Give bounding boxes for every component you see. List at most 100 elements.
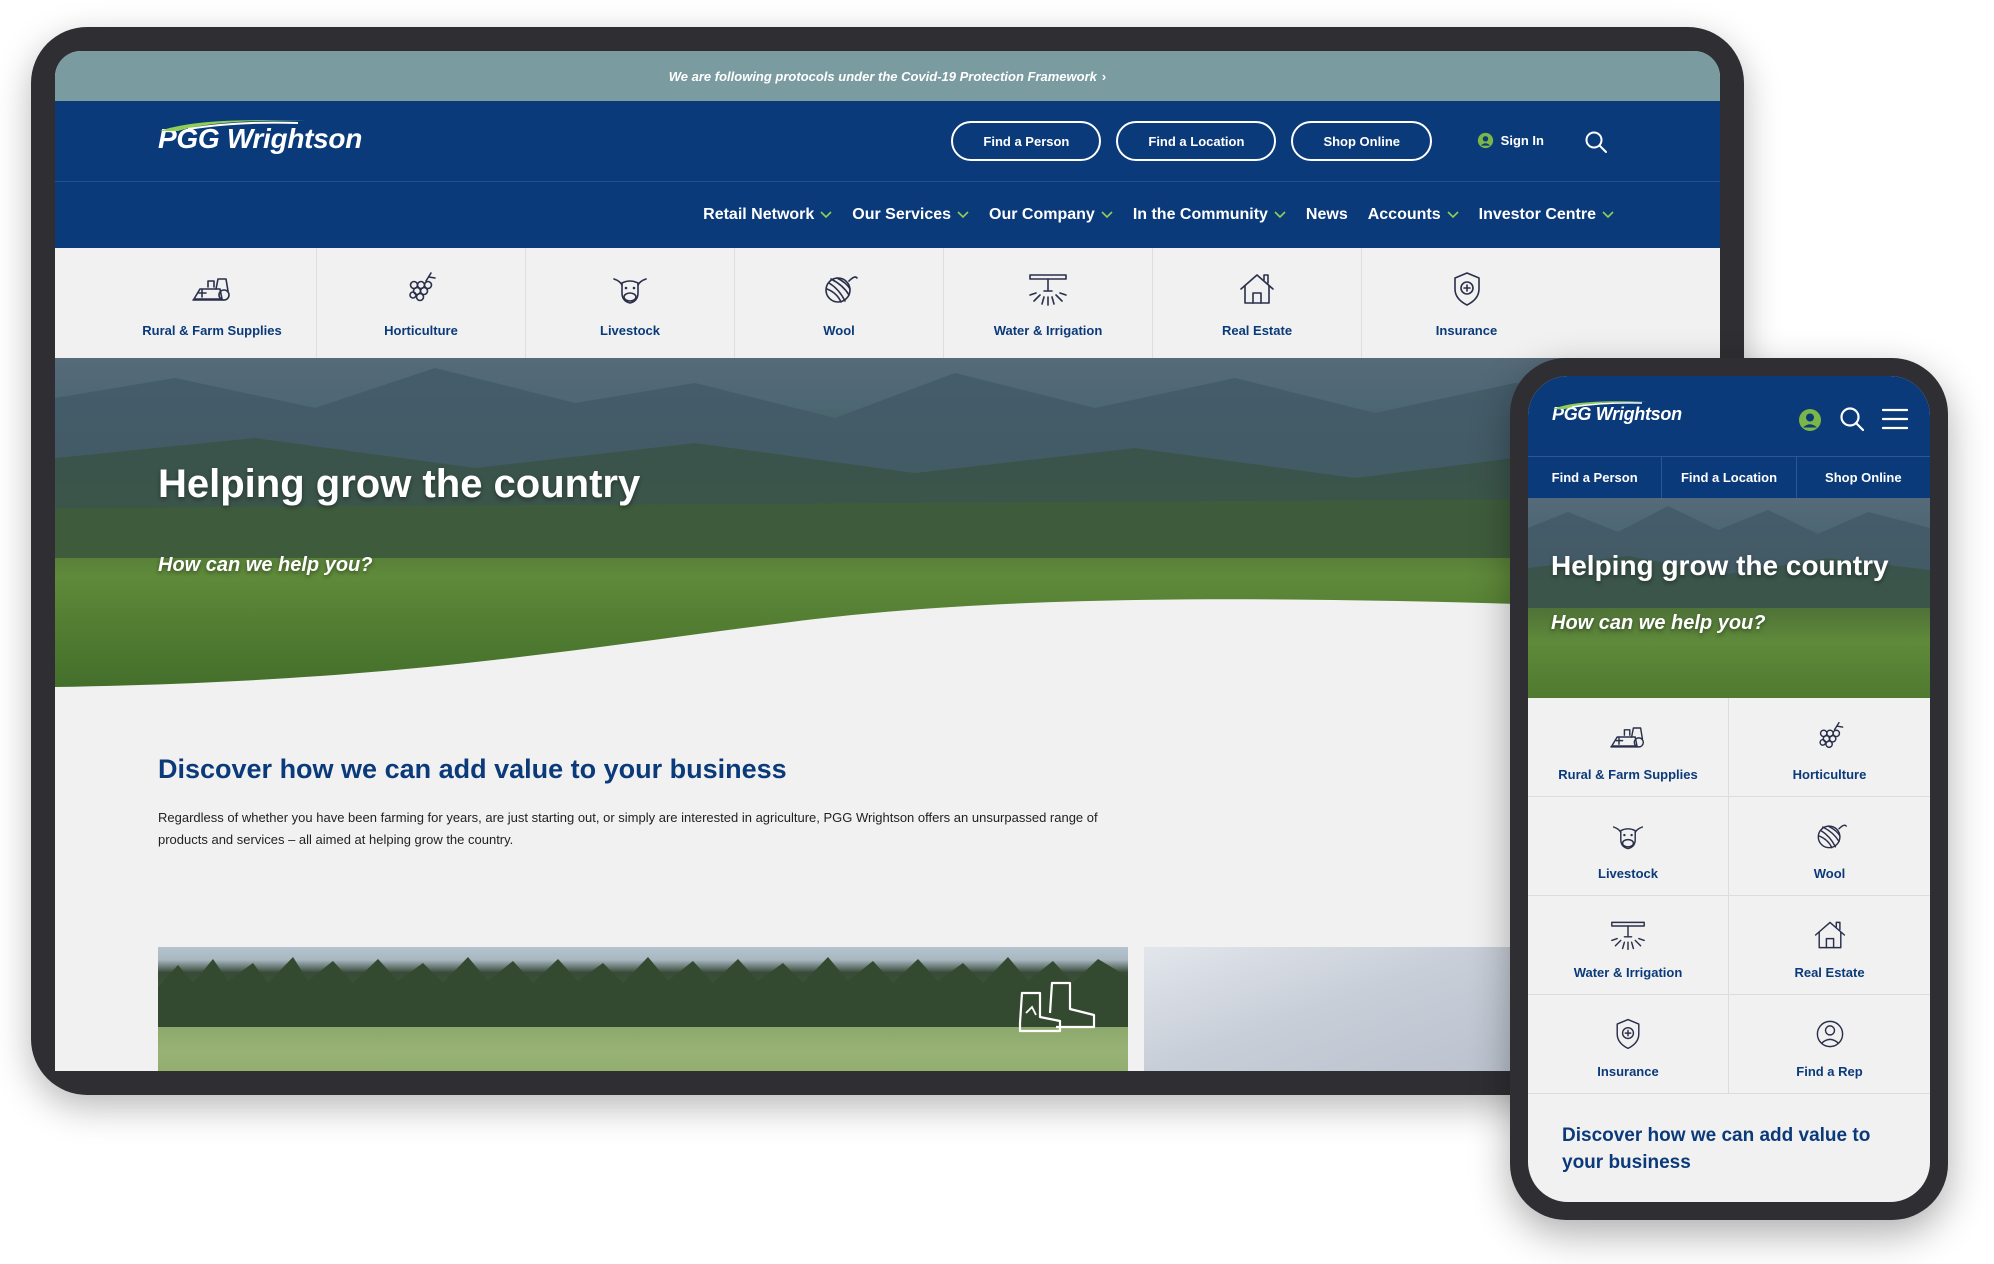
pgg-wrightson-logo[interactable]: PGG Wrightson xyxy=(1552,401,1682,425)
nav-label: News xyxy=(1305,206,1348,223)
logo-swoosh-icon xyxy=(160,120,306,131)
category-real-estate[interactable]: Real Estate xyxy=(1153,248,1362,358)
hero-banner: Helping grow the country How can we help… xyxy=(55,358,1720,710)
shop-online-button[interactable]: Shop Online xyxy=(1291,121,1432,161)
nav-label: Our Company xyxy=(989,206,1095,223)
grapes-icon xyxy=(1810,719,1850,755)
nav-news[interactable]: News xyxy=(1306,206,1348,224)
nav-retail-network[interactable]: Retail Network xyxy=(703,206,832,224)
header-quick-links: Find a Person Find a Location Shop Onlin… xyxy=(951,121,1432,161)
find-a-person-button[interactable]: Find a Person xyxy=(951,121,1102,161)
category-label: Real Estate xyxy=(1221,323,1293,338)
nav-label: Retail Network xyxy=(703,206,815,223)
search-icon[interactable] xyxy=(1584,130,1608,154)
nav-label: In the Community xyxy=(1132,206,1268,223)
category-rural-farm-supplies[interactable]: Rural & Farm Supplies xyxy=(108,248,317,358)
category-wool[interactable]: Wool xyxy=(735,248,944,358)
hamburger-menu-icon[interactable] xyxy=(1882,408,1908,430)
hero-subtitle: How can we help you? xyxy=(158,554,373,576)
section-title: Discover how we can add value to your bu… xyxy=(1562,1125,1871,1173)
site-header: PGG Wrightson Find a Person Find a Locat… xyxy=(55,101,1720,182)
category-label: Livestock xyxy=(1598,866,1658,881)
category-bar: Rural & Farm Supplies Horticulture Lives… xyxy=(55,248,1720,358)
category-label: Insurance xyxy=(1597,1064,1659,1079)
wool-ball-icon xyxy=(1810,818,1850,854)
treeline-image xyxy=(158,957,1128,1027)
chevron-down-icon xyxy=(820,211,832,219)
category-wool[interactable]: Wool xyxy=(1729,797,1930,896)
category-label: Insurance xyxy=(1435,323,1498,338)
person-circle-icon xyxy=(1810,1016,1850,1052)
category-label: Wool xyxy=(1813,866,1846,881)
chevron-down-icon xyxy=(1602,211,1614,219)
section-title: Discover how we can add value to your bu… xyxy=(158,754,787,784)
chevron-down-icon xyxy=(1101,211,1113,219)
chevron-down-icon xyxy=(1274,211,1286,219)
nav-label: Accounts xyxy=(1367,206,1441,223)
find-a-location-button[interactable]: Find a Location xyxy=(1662,457,1797,498)
search-icon[interactable] xyxy=(1839,406,1865,432)
phone-screen: PGG Wrightson Find a Person Find a Locat… xyxy=(1528,376,1930,1202)
sign-in-link[interactable]: Sign In xyxy=(1477,132,1544,149)
covid-alert-bar[interactable]: We are following protocols under the Cov… xyxy=(55,51,1720,101)
category-label: Real Estate xyxy=(1794,965,1865,980)
category-livestock[interactable]: Livestock xyxy=(1528,797,1729,896)
category-label: Livestock xyxy=(600,323,660,338)
category-rural-farm-supplies[interactable]: Rural & Farm Supplies xyxy=(1528,698,1729,797)
category-label: Horticulture xyxy=(384,323,458,338)
category-livestock[interactable]: Livestock xyxy=(526,248,735,358)
category-label: Water & Irrigation xyxy=(1573,965,1683,980)
user-circle-icon[interactable] xyxy=(1798,408,1822,432)
wool-ball-icon xyxy=(817,269,861,309)
grapes-icon xyxy=(399,269,443,309)
sprinkler-icon xyxy=(1608,917,1648,953)
sprinkler-icon xyxy=(1026,269,1070,309)
category-find-a-rep[interactable]: Find a Rep xyxy=(1729,995,1930,1094)
boots-icon xyxy=(1018,981,1096,1033)
chevron-down-icon xyxy=(1447,211,1459,219)
chevron-down-icon xyxy=(957,211,969,219)
phone-device-frame: PGG Wrightson Find a Person Find a Locat… xyxy=(1510,358,1948,1220)
discover-section: Discover how we can add value to your bu… xyxy=(55,754,1720,851)
main-navigation: Retail Network Our Services Our Company … xyxy=(55,182,1720,248)
feature-card-horticulture[interactable] xyxy=(1144,947,1564,1071)
nav-our-services[interactable]: Our Services xyxy=(852,206,969,224)
pgg-wrightson-logo[interactable]: PGG Wrightson xyxy=(158,120,362,155)
cow-icon xyxy=(1608,818,1648,854)
category-real-estate[interactable]: Real Estate xyxy=(1729,896,1930,995)
nav-our-company[interactable]: Our Company xyxy=(989,206,1113,224)
category-water-irrigation[interactable]: Water & Irrigation xyxy=(1528,896,1729,995)
category-label: Rural & Farm Supplies xyxy=(142,323,282,338)
mountain-backdrop xyxy=(55,368,1720,558)
category-insurance[interactable]: Insurance xyxy=(1528,995,1729,1094)
mobile-quick-links: Find a Person Find a Location Shop Onlin… xyxy=(1528,456,1930,498)
category-label: Wool xyxy=(823,323,855,338)
nav-investor-centre[interactable]: Investor Centre xyxy=(1479,206,1614,224)
house-icon xyxy=(1235,269,1279,309)
farm-supplies-icon xyxy=(190,269,234,309)
nav-accounts[interactable]: Accounts xyxy=(1368,206,1459,224)
feature-cards xyxy=(158,947,1564,1071)
cow-icon xyxy=(608,269,652,309)
house-icon xyxy=(1810,917,1850,953)
category-label: Horticulture xyxy=(1792,767,1867,782)
category-label: Water & Irrigation xyxy=(993,323,1103,338)
category-water-irrigation[interactable]: Water & Irrigation xyxy=(944,248,1153,358)
feature-card-rural-supplies[interactable] xyxy=(158,947,1128,1071)
find-a-location-button[interactable]: Find a Location xyxy=(1116,121,1277,161)
mobile-category-grid: Rural & Farm Supplies Horticulture Lives… xyxy=(1528,698,1930,1094)
category-horticulture[interactable]: Horticulture xyxy=(317,248,526,358)
category-horticulture[interactable]: Horticulture xyxy=(1729,698,1930,797)
covid-alert-text: We are following protocols under the Cov… xyxy=(668,68,1097,84)
find-a-person-button[interactable]: Find a Person xyxy=(1528,457,1663,498)
shop-online-button[interactable]: Shop Online xyxy=(1797,457,1930,498)
category-insurance[interactable]: Insurance xyxy=(1362,248,1571,358)
shield-icon xyxy=(1608,1016,1648,1052)
nav-in-the-community[interactable]: In the Community xyxy=(1133,206,1286,224)
section-body: Regardless of whether you have been farm… xyxy=(158,810,1098,847)
category-label: Find a Rep xyxy=(1796,1064,1863,1079)
logo-swoosh-icon xyxy=(1553,401,1647,409)
user-circle-icon xyxy=(1477,132,1493,149)
sign-in-label: Sign In xyxy=(1500,133,1544,148)
tablet-screen: We are following protocols under the Cov… xyxy=(55,51,1720,1071)
